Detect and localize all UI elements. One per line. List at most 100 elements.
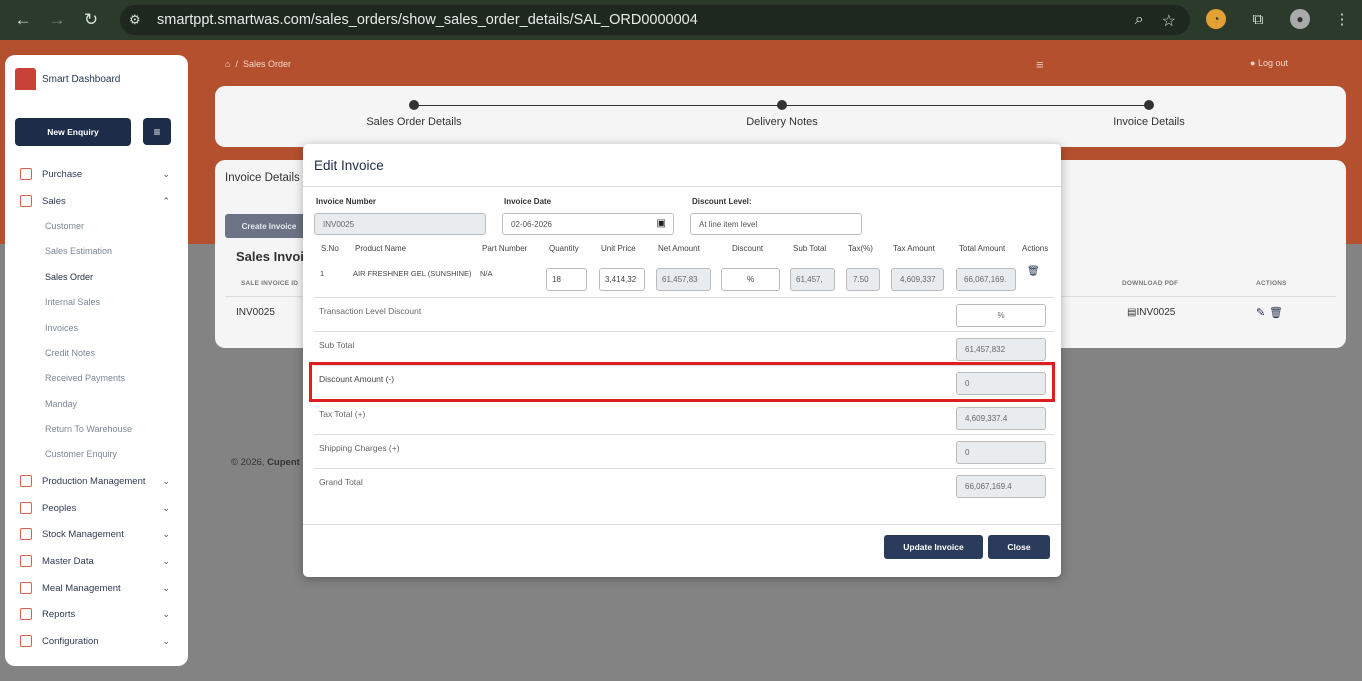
sidebar-item-label: Stock Management <box>42 528 124 540</box>
sidebar-subitem-internal-sales[interactable]: Internal Sales <box>45 297 100 307</box>
footer-copyright: © 2026, <box>231 457 265 468</box>
col-net-amount: Net Amount <box>658 244 700 253</box>
sidebar-item-stock[interactable]: Stock Management ⌄ <box>20 528 180 540</box>
address-bar[interactable]: ⚙ smartppt.smartwas.com/sales_orders/sho… <box>120 5 1190 35</box>
bookmark-star-icon[interactable]: ☆ <box>1162 11 1176 31</box>
home-icon[interactable]: ⌂ <box>225 59 230 69</box>
sidebar-subitem-credit-notes[interactable]: Credit Notes <box>45 348 95 358</box>
new-enquiry-button[interactable]: New Enquiry <box>15 118 131 146</box>
reports-icon <box>20 608 32 620</box>
column-header-id: SALE INVOICE ID <box>241 280 299 287</box>
profile-avatar-icon[interactable]: ● <box>1290 9 1310 29</box>
step-dot <box>1144 100 1154 110</box>
unit-price-input[interactable]: 3,414,32 <box>599 268 645 291</box>
footer-company[interactable]: Cupent <box>267 457 300 468</box>
sidebar-item-label: Reports <box>42 608 76 620</box>
reload-icon[interactable]: ↻ <box>80 9 102 31</box>
tax-amount-field[interactable]: 4,609,337 <box>891 268 944 291</box>
zoom-icon[interactable]: ⌕ <box>1135 11 1144 31</box>
quantity-input[interactable]: 18 <box>546 268 587 291</box>
chevron-down-icon: ⌄ <box>162 502 170 513</box>
site-settings-icon[interactable]: ⚙ <box>129 12 149 28</box>
pdf-label: INV0025 <box>1136 307 1176 318</box>
discount-amount-highlight <box>309 362 1055 402</box>
tax-pct-field[interactable]: 7.50 <box>846 268 880 291</box>
step-sales-order-details[interactable]: Sales Order Details <box>314 116 514 128</box>
sidebar-subitem-customer-enquiry[interactable]: Customer Enquiry <box>45 449 117 459</box>
create-invoice-button[interactable]: Create Invoice <box>225 214 313 238</box>
total-amount-field[interactable]: 66,067,169. <box>956 268 1016 291</box>
grand-total-label: Grand Total <box>319 477 363 487</box>
col-quantity: Quantity <box>549 244 579 253</box>
tax-total-row: Tax Total (+) 4,609,337.4 <box>314 400 1054 434</box>
chevron-down-icon: ⌄ <box>162 582 170 593</box>
production-icon <box>20 475 32 487</box>
sidebar-subitem-invoices[interactable]: Invoices <box>45 323 78 333</box>
sidebar-subitem-sales-estimation[interactable]: Sales Estimation <box>45 246 112 256</box>
shipping-row: Shipping Charges (+) 0 <box>314 434 1054 468</box>
sidebar-item-label: Configuration <box>42 635 99 647</box>
chevron-down-icon: ⌄ <box>162 608 170 619</box>
breadcrumb-current: Sales Order <box>242 59 291 69</box>
sidebar-subitem-received-payments[interactable]: Received Payments <box>45 373 125 383</box>
sub-total-field[interactable]: 61,457, <box>790 268 835 291</box>
sidebar-item-meal[interactable]: Meal Management ⌄ <box>20 582 180 594</box>
breadcrumb: ⌂ / Sales Order <box>225 59 291 69</box>
extension-icon[interactable]: ◔ <box>1206 9 1226 29</box>
discount-input[interactable]: % <box>721 268 780 291</box>
puzzle-extensions-icon[interactable]: ⧉ <box>1248 9 1268 29</box>
step-invoice-details[interactable]: Invoice Details <box>1049 116 1249 128</box>
step-delivery-notes[interactable]: Delivery Notes <box>682 116 882 128</box>
trash-icon[interactable]: 🗑 <box>1027 266 1040 277</box>
shipping-label: Shipping Charges (+) <box>319 443 400 453</box>
chevron-down-icon: ⌄ <box>162 168 170 179</box>
edit-icon[interactable]: ✎ <box>1256 306 1265 319</box>
sales-icon <box>20 195 32 207</box>
sidebar-item-master-data[interactable]: Master Data ⌄ <box>20 555 180 567</box>
sidebar-item-purchase[interactable]: Purchase ⌄ <box>20 168 180 180</box>
back-arrow-icon[interactable]: ← <box>12 9 34 31</box>
discount-level-select[interactable]: At line item level <box>690 213 862 235</box>
sidebar-subitem-return-to-warehouse[interactable]: Return To Warehouse <box>45 424 132 434</box>
calendar-icon[interactable]: ▣ <box>657 218 666 229</box>
shipping-value[interactable]: 0 <box>956 441 1046 464</box>
chevron-down-icon: ⌄ <box>162 475 170 486</box>
sidebar-item-label: Master Data <box>42 555 94 567</box>
sidebar-item-label: Sales <box>42 195 66 207</box>
net-amount-field[interactable]: 61,457,83 <box>656 268 711 291</box>
download-pdf-link[interactable]: ▤INV0025 <box>1127 307 1175 318</box>
col-actions: Actions <box>1022 244 1049 253</box>
sidebar-subitem-sales-order[interactable]: Sales Order <box>45 272 93 282</box>
grand-total-value[interactable]: 66,067,169.4 <box>956 475 1046 498</box>
chevron-down-icon: ⌄ <box>162 528 170 539</box>
sub-total-value[interactable]: 61,457,832 <box>956 338 1046 361</box>
logout-link[interactable]: ● Log out <box>1250 58 1288 68</box>
invoice-date-field[interactable]: 02-06-2026 ▣ <box>502 213 674 235</box>
sales-invoices-title: Sales Invoi <box>236 249 304 264</box>
col-sno: S.No <box>321 244 339 253</box>
transaction-discount-label: Transaction Level Discount <box>319 306 422 316</box>
people-icon <box>20 502 32 514</box>
close-button[interactable]: Close <box>988 535 1050 559</box>
transaction-discount-input[interactable]: % <box>956 304 1046 327</box>
brand[interactable]: Smart Dashboard <box>15 68 120 90</box>
update-invoice-button[interactable]: Update Invoice <box>884 535 983 559</box>
edit-invoice-modal: Edit Invoice Invoice Number INV0025 Invo… <box>303 144 1061 577</box>
sidebar-subitem-manday[interactable]: Manday <box>45 399 77 409</box>
modal-footer-divider <box>303 524 1061 525</box>
forward-arrow-icon[interactable]: → <box>46 9 68 31</box>
trash-icon[interactable]: 🗑 <box>1269 306 1283 319</box>
sidebar-item-sales[interactable]: Sales ⌃ <box>20 195 180 207</box>
sidebar-item-reports[interactable]: Reports ⌄ <box>20 608 180 620</box>
sidebar-item-peoples[interactable]: Peoples ⌄ <box>20 502 180 514</box>
progress-stepper: Sales Order Details Delivery Notes Invoi… <box>215 86 1346 147</box>
sidebar-item-configuration[interactable]: Configuration ⌄ <box>20 635 180 647</box>
hamburger-icon[interactable]: ≡ <box>1036 57 1044 72</box>
more-menu-icon[interactable]: ⋮ <box>1332 9 1352 29</box>
invoice-number-field[interactable]: INV0025 <box>314 213 486 235</box>
sidebar-subitem-customer[interactable]: Customer <box>45 221 84 231</box>
tax-total-value[interactable]: 4,609,337.4 <box>956 407 1046 430</box>
sidebar-item-production[interactable]: Production Management ⌄ <box>20 475 180 487</box>
menu-toggle-icon[interactable]: ≡ <box>143 118 171 145</box>
line-sno: 1 <box>320 269 325 278</box>
